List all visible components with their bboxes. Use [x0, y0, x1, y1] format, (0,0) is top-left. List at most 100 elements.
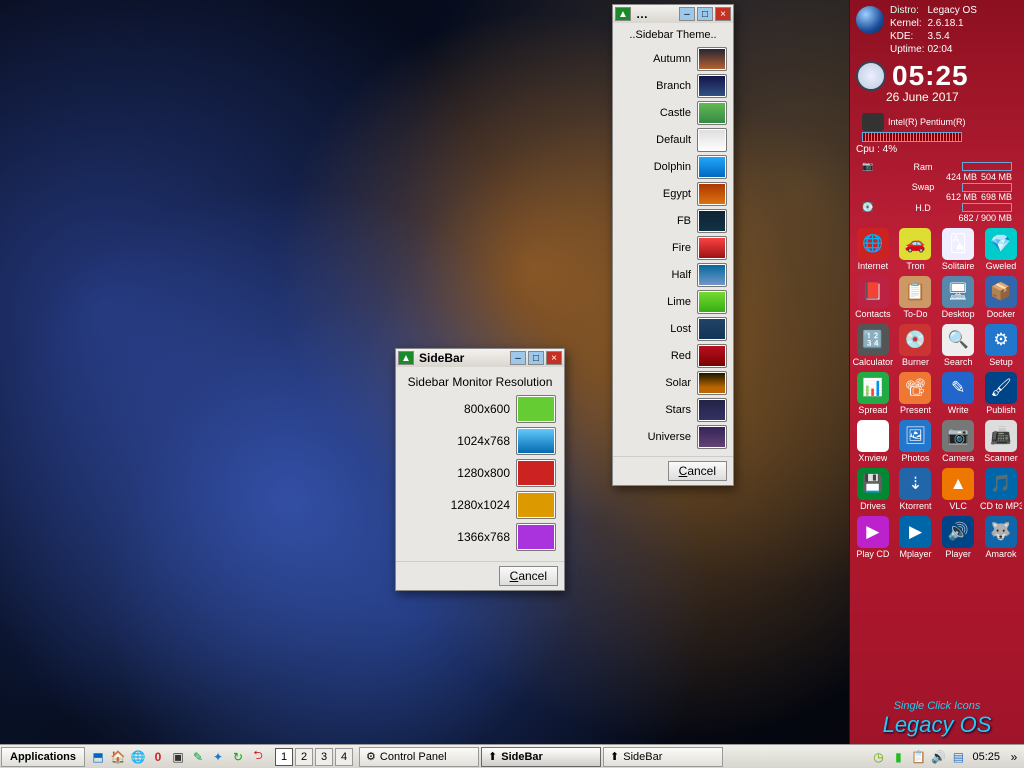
app-icon: ▶: [857, 516, 889, 548]
desktop-4[interactable]: 4: [335, 748, 353, 766]
up-arrow-icon[interactable]: ▲: [398, 351, 414, 365]
minimize-button[interactable]: –: [679, 7, 695, 21]
app-internet[interactable]: 🌐Internet: [852, 226, 894, 273]
overflow-icon[interactable]: »: [1005, 748, 1023, 766]
app-setup[interactable]: ⚙Setup: [980, 322, 1022, 369]
theme-option-branch[interactable]: Branch: [619, 74, 727, 98]
theme-option-fire[interactable]: Fire: [619, 236, 727, 260]
app-vlc[interactable]: ▲VLC: [937, 466, 979, 513]
volume-icon[interactable]: 🔊: [929, 748, 947, 766]
theme-option-default[interactable]: Default: [619, 128, 727, 152]
option-label: Autumn: [653, 53, 691, 65]
theme-option-half[interactable]: Half: [619, 263, 727, 287]
app-solitaire[interactable]: 🂡Solitaire: [937, 226, 979, 273]
resolution-cancel-button[interactable]: Cancel: [499, 566, 558, 586]
maximize-button[interactable]: □: [528, 351, 544, 365]
theme-option-egypt[interactable]: Egypt: [619, 182, 727, 206]
close-button[interactable]: ×: [715, 7, 731, 21]
app-drives[interactable]: 💾Drives: [852, 466, 894, 513]
theme-titlebar[interactable]: ▲ … – □ ×: [613, 5, 733, 23]
theme-option-stars[interactable]: Stars: [619, 398, 727, 422]
show-desktop-icon[interactable]: ⬒: [89, 748, 107, 766]
hd-bar: [962, 203, 1012, 212]
terminal-icon[interactable]: ▣: [169, 748, 187, 766]
app-player[interactable]: 🔊Player: [937, 514, 979, 561]
up-arrow-icon[interactable]: ▲: [615, 7, 631, 21]
app-scanner[interactable]: 📠Scanner: [980, 418, 1022, 465]
start-menu-button[interactable]: Applications: [1, 747, 85, 767]
reload-icon[interactable]: ↻: [229, 748, 247, 766]
app-tron[interactable]: 🚗Tron: [895, 226, 937, 273]
maximize-button[interactable]: □: [697, 7, 713, 21]
app-publish[interactable]: 🖌Publish: [980, 370, 1022, 417]
app-present[interactable]: 📽Present: [895, 370, 937, 417]
clock-date: 26 June 2017: [886, 90, 1024, 104]
note-icon[interactable]: ✎: [189, 748, 207, 766]
app-ktorrent[interactable]: ⇣Ktorrent: [895, 466, 937, 513]
app-calculator[interactable]: 🔢Calculator: [852, 322, 894, 369]
app-gweled[interactable]: 💎Gweled: [980, 226, 1022, 273]
task-sidebar[interactable]: ⬆SideBar: [603, 747, 723, 767]
theme-option-fb[interactable]: FB: [619, 209, 727, 233]
kde-val: 3.5.4: [927, 30, 976, 43]
app-to-do[interactable]: 📋To-Do: [895, 274, 937, 321]
resolution-option-800x600[interactable]: 800x600: [404, 395, 556, 423]
display-icon[interactable]: ▤: [949, 748, 967, 766]
app-amarok[interactable]: 🐺Amarok: [980, 514, 1022, 561]
theme-option-lost[interactable]: Lost: [619, 317, 727, 341]
battery-icon[interactable]: ▮: [889, 748, 907, 766]
ram-label: Ram: [913, 162, 932, 172]
option-label: 1280x800: [457, 466, 510, 480]
theme-cancel-button[interactable]: Cancel: [668, 461, 727, 481]
exit-icon[interactable]: ⮌: [249, 748, 267, 766]
app-desktop[interactable]: 🖥Desktop: [937, 274, 979, 321]
clipboard-icon[interactable]: 📋: [909, 748, 927, 766]
home-icon[interactable]: 🏠: [109, 748, 127, 766]
theme-option-castle[interactable]: Castle: [619, 101, 727, 125]
app-mplayer[interactable]: ▶Mplayer: [895, 514, 937, 561]
resolution-titlebar[interactable]: ▲ SideBar – □ ×: [396, 349, 564, 367]
desktop-2[interactable]: 2: [295, 748, 313, 766]
app-play-cd[interactable]: ▶Play CD: [852, 514, 894, 561]
desktop-3[interactable]: 3: [315, 748, 333, 766]
resolution-option-1024x768[interactable]: 1024x768: [404, 427, 556, 455]
option-label: Red: [671, 350, 691, 362]
app-photos[interactable]: 🖼Photos: [895, 418, 937, 465]
theme-option-autumn[interactable]: Autumn: [619, 47, 727, 71]
tool-icon[interactable]: ✦: [209, 748, 227, 766]
mail-icon[interactable]: 0: [149, 748, 167, 766]
app-write[interactable]: ✎Write: [937, 370, 979, 417]
app-label: Xnview: [858, 453, 887, 463]
app-label: Mplayer: [899, 549, 931, 559]
right-side-panel: Distro:Legacy OS Kernel:2.6.18.1 KDE:3.5…: [849, 0, 1024, 744]
taskbar-clock[interactable]: 05:25: [968, 751, 1004, 763]
app-search[interactable]: 🔍Search: [937, 322, 979, 369]
theme-option-universe[interactable]: Universe: [619, 425, 727, 449]
resolution-option-1280x1024[interactable]: 1280x1024: [404, 491, 556, 519]
app-burner[interactable]: 💿Burner: [895, 322, 937, 369]
desktop-1[interactable]: 1: [275, 748, 293, 766]
app-docker[interactable]: 📦Docker: [980, 274, 1022, 321]
resolution-option-1366x768[interactable]: 1366x768: [404, 523, 556, 551]
app-icon: ⇣: [899, 468, 931, 500]
app-xnview[interactable]: 👁Xnview: [852, 418, 894, 465]
theme-option-dolphin[interactable]: Dolphin: [619, 155, 727, 179]
theme-option-lime[interactable]: Lime: [619, 290, 727, 314]
app-label: Internet: [858, 261, 889, 271]
option-label: Default: [656, 134, 691, 146]
task-control-panel[interactable]: ⚙Control Panel: [359, 747, 479, 767]
theme-option-solar[interactable]: Solar: [619, 371, 727, 395]
minimize-button[interactable]: –: [510, 351, 526, 365]
resolution-option-1280x800[interactable]: 1280x800: [404, 459, 556, 487]
browser-icon[interactable]: 🌐: [129, 748, 147, 766]
app-icon: 🖌: [985, 372, 1017, 404]
app-cd-to-mp3[interactable]: 🎵CD to MP3: [980, 466, 1022, 513]
task-icon: ⬆: [610, 750, 619, 763]
theme-option-red[interactable]: Red: [619, 344, 727, 368]
close-button[interactable]: ×: [546, 351, 562, 365]
app-camera[interactable]: 📷Camera: [937, 418, 979, 465]
app-spread[interactable]: 📊Spread: [852, 370, 894, 417]
update-icon[interactable]: ◷: [869, 748, 887, 766]
task-sidebar[interactable]: ⬆SideBar: [481, 747, 601, 767]
app-contacts[interactable]: 📕Contacts: [852, 274, 894, 321]
